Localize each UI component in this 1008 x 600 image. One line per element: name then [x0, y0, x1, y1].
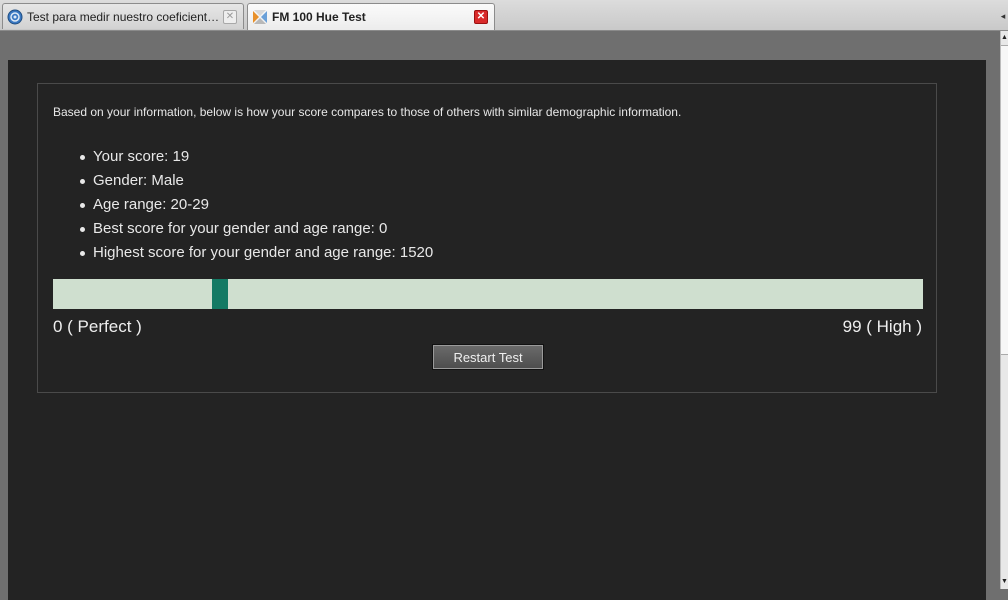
fm-logo-icon — [253, 10, 267, 24]
results-facts-list: Your score: 19 Gender: Male Age range: 2… — [79, 145, 433, 265]
fact-your-score: Your score: 19 — [79, 145, 433, 169]
vertical-scrollbar[interactable]: ▲ ▼ — [1000, 31, 1008, 589]
fact-best-score: Best score for your gender and age range… — [79, 217, 433, 241]
results-panel: Based on your information, below is how … — [37, 83, 937, 393]
close-icon[interactable]: ✕ — [223, 9, 237, 24]
scale-min-label: 0 ( Perfect ) — [53, 317, 142, 336]
tab-title: Test para medir nuestro coeficiente Cro.… — [27, 9, 223, 24]
tab-strip: Test para medir nuestro coeficiente Cro.… — [0, 0, 1008, 31]
fact-age-range: Age range: 20-29 — [79, 193, 433, 217]
scrollbar-thumb[interactable] — [1001, 45, 1008, 355]
scroll-down-arrow-icon[interactable]: ▼ — [1001, 577, 1008, 587]
globe-icon — [7, 9, 23, 24]
tab-coeficiente-test[interactable]: Test para medir nuestro coeficiente Cro.… — [2, 3, 244, 29]
scale-max-label: 99 ( High ) — [842, 317, 922, 336]
tab-fm-100-hue-test[interactable]: FM 100 Hue Test ✕ — [247, 3, 495, 30]
score-scale-bar — [53, 279, 923, 309]
fact-highest-score: Highest score for your gender and age ra… — [79, 241, 433, 265]
browser-viewport: Based on your information, below is how … — [0, 31, 1000, 600]
test-results-page: Based on your information, below is how … — [8, 60, 986, 600]
fact-gender: Gender: Male — [79, 169, 433, 193]
tab-title: FM 100 Hue Test — [272, 10, 366, 24]
close-icon[interactable]: ✕ — [474, 10, 488, 24]
scroll-up-arrow-icon[interactable]: ▲ — [1001, 33, 1008, 43]
score-marker — [212, 279, 228, 309]
results-intro: Based on your information, below is how … — [53, 105, 682, 119]
tab-scroll-arrow-icon[interactable]: ◂ — [998, 3, 1008, 29]
restart-test-button[interactable]: Restart Test — [432, 344, 544, 370]
